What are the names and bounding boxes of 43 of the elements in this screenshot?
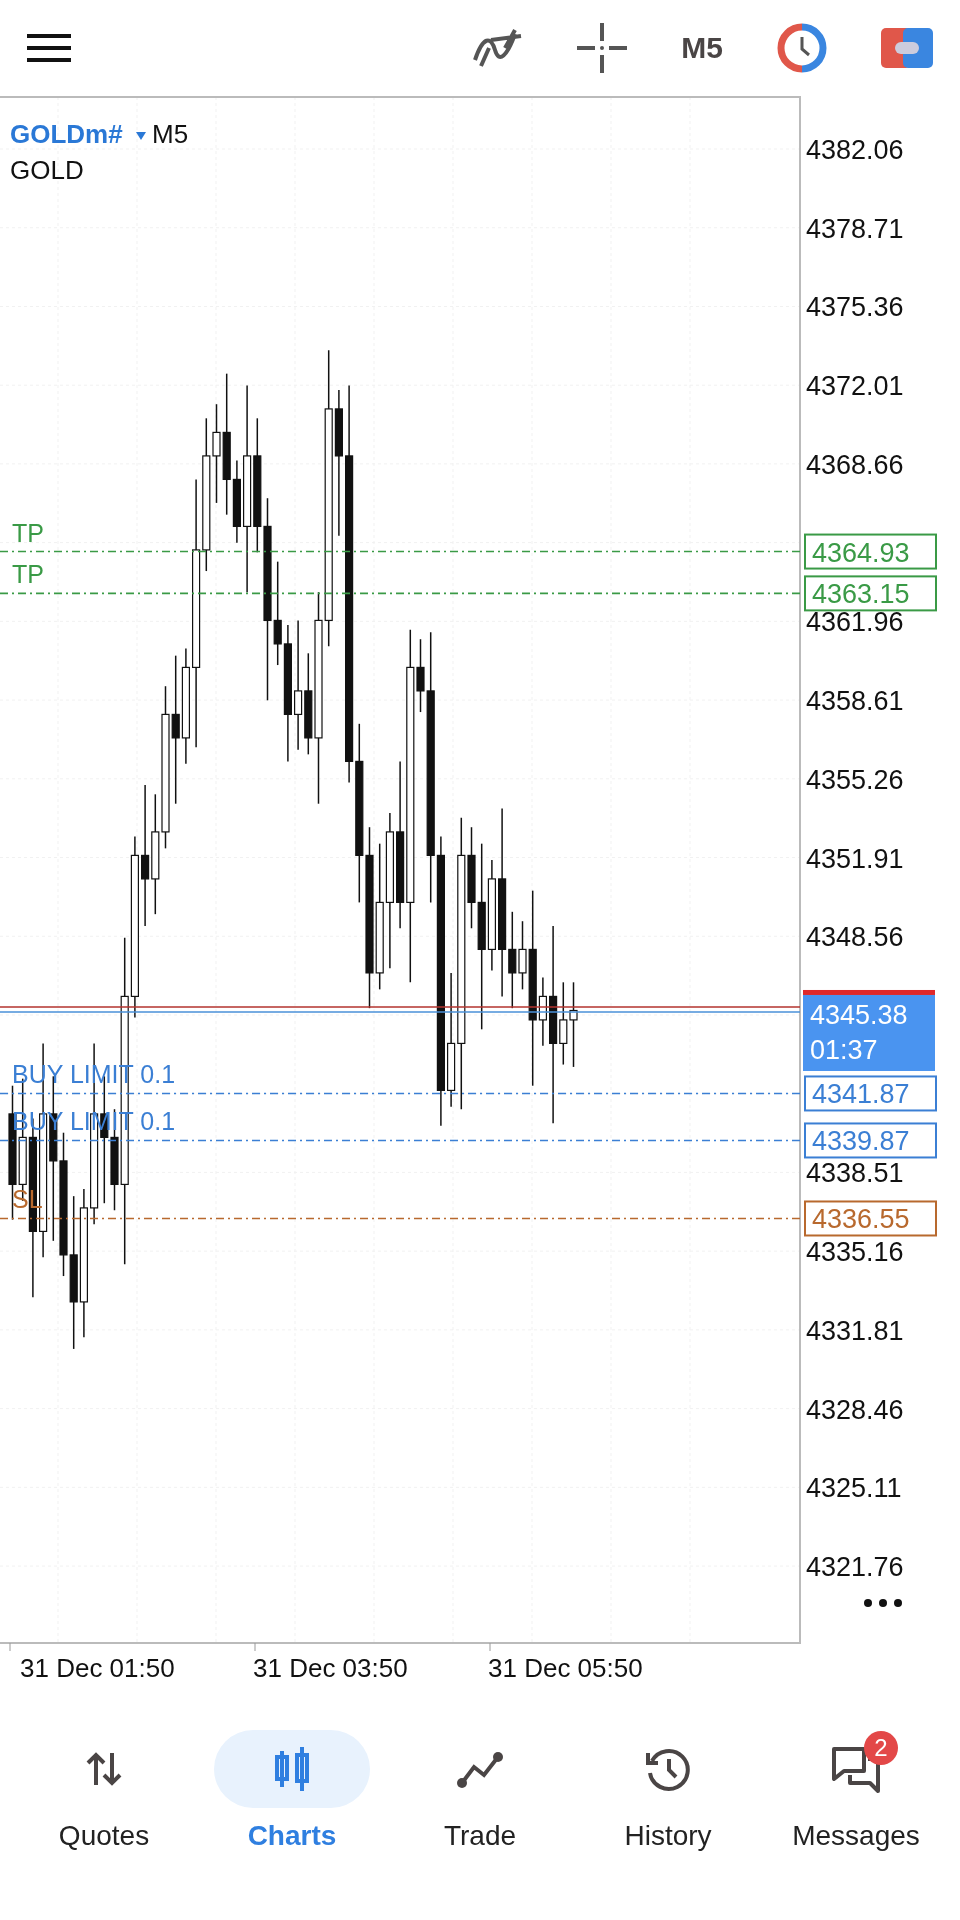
unread-badge: 2 [864, 1731, 898, 1765]
price-label: 4358.61 [806, 686, 904, 717]
timeframe-button[interactable]: M5 [681, 30, 723, 65]
price-label: 4382.06 [806, 135, 904, 165]
nav-tab[interactable]: 2 Messages [766, 1730, 946, 1852]
nav-tab[interactable]: Quotes [14, 1730, 194, 1852]
price-label: 4328.46 [806, 1394, 904, 1425]
price-label: 4338.51 [806, 1158, 904, 1189]
order-label: TP [12, 560, 44, 589]
price-label: 4355.26 [806, 764, 904, 795]
price-tag: 4364.93 [804, 533, 937, 570]
toggle-icon[interactable] [881, 27, 933, 68]
time-label: 31 Dec 05:50 [488, 1653, 643, 1683]
chart-timeframe: M5 [152, 119, 189, 149]
nav-tab[interactable]: Trade [390, 1730, 570, 1852]
nav-tab[interactable]: History [578, 1730, 758, 1852]
price-label: 4325.11 [806, 1473, 902, 1504]
price-label: 4348.56 [806, 922, 904, 953]
arrows-icon [84, 1751, 124, 1787]
line-chart-icon [456, 1749, 504, 1789]
crosshair-icon[interactable] [577, 22, 628, 73]
caret-icon[interactable] [136, 132, 146, 140]
symbol-description: GOLD [10, 155, 84, 185]
time-label: 31 Dec 03:50 [253, 1653, 408, 1683]
price-tag: 4336.55 [804, 1200, 937, 1237]
price-label: 4351.91 [806, 843, 904, 874]
symbol-name[interactable]: GOLDm# [10, 119, 123, 149]
time-label: 31 Dec 01:50 [20, 1653, 175, 1683]
price-label: 4331.81 [806, 1315, 904, 1346]
price-label: 4372.01 [806, 371, 904, 402]
price-tag: 4339.87 [804, 1122, 937, 1159]
price-label: 4368.66 [806, 449, 904, 480]
price-tag: 4341.87 [804, 1075, 937, 1112]
menu-icon[interactable] [27, 33, 71, 62]
price-label: 4375.36 [806, 292, 904, 323]
more-icon[interactable] [864, 1599, 902, 1607]
candles-icon [272, 1747, 312, 1791]
price-label: 4321.76 [806, 1552, 904, 1583]
price-label: 4335.16 [806, 1237, 904, 1268]
price-label: 4378.71 [806, 213, 904, 244]
order-label: TP [12, 518, 44, 547]
price-tag: 4363.15 [804, 575, 937, 612]
clock-icon[interactable] [777, 22, 827, 73]
